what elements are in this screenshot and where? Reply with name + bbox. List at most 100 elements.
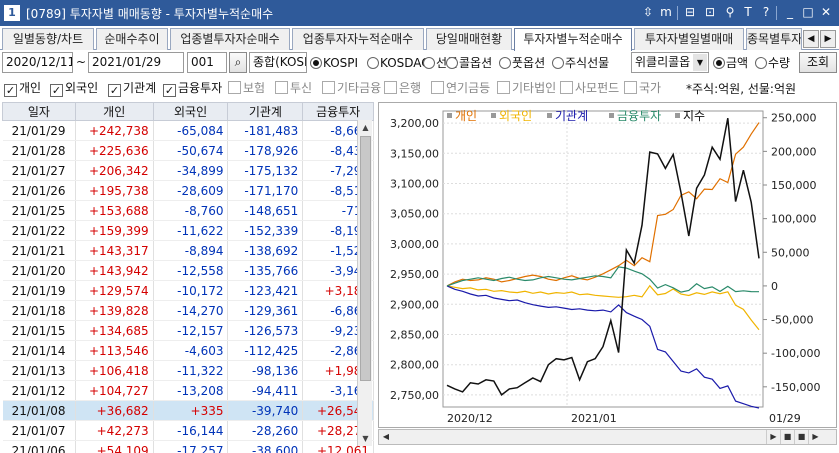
chart-scrollbar[interactable]: ◀ ▶ ■ ■ ▶ — [378, 429, 837, 445]
column-header[interactable]: 금융투자 — [302, 102, 374, 121]
maximize-icon[interactable]: □ — [800, 4, 816, 21]
check-icon[interactable]: ✓ — [4, 84, 17, 97]
table-row[interactable]: 21/01/06 +54,109 -17,257 -38,600 +12,061 — [2, 440, 374, 453]
column-header[interactable]: 외국인 — [152, 102, 229, 121]
tab-6[interactable]: 투자자별일별매매 — [634, 28, 744, 50]
table-row[interactable]: 21/01/20 +143,942 -12,558 -135,766 -3,946 — [2, 260, 374, 281]
column-header[interactable]: 기관계 — [227, 102, 304, 121]
tab-3[interactable]: 업종투자자누적순매수 — [292, 28, 424, 50]
market-radio-3[interactable]: 콜옵션 — [446, 53, 492, 73]
market-radio-4[interactable]: 풋옵션 — [499, 53, 545, 73]
radio-dot-icon[interactable] — [446, 57, 458, 69]
close-icon[interactable]: ✕ — [818, 4, 834, 21]
tab-4[interactable]: 당일매매현황 — [426, 28, 512, 50]
chart-zoom-out-icon[interactable]: ■ — [794, 430, 808, 444]
market-radio-0[interactable]: KOSPI — [310, 53, 358, 73]
check-icon[interactable]: ✓ — [50, 84, 63, 97]
radio-dot-icon[interactable] — [713, 57, 725, 69]
market-radio-1[interactable]: KOSDAQ — [367, 53, 431, 73]
investor-filter-checkbox[interactable]: 기타금융 — [322, 79, 381, 97]
checkbox-empty-icon[interactable] — [497, 81, 510, 94]
investor-filter-checkbox[interactable]: 사모펀드 — [560, 79, 619, 97]
radio-dot-icon[interactable] — [423, 57, 435, 69]
table-row[interactable]: 21/01/08 +36,682 +335 -39,740 +26,540 — [2, 400, 374, 421]
radio-dot-icon[interactable] — [310, 57, 322, 69]
table-row[interactable]: 21/01/28 +225,636 -50,674 -178,926 -8,436 — [2, 140, 374, 161]
table-row[interactable]: 21/01/15 +134,685 -12,157 -126,573 -9,236 — [2, 320, 374, 341]
radio-dot-icon[interactable] — [755, 57, 767, 69]
minimize-icon[interactable]: _ — [782, 4, 798, 21]
index-code-input[interactable]: 001 — [187, 52, 227, 73]
tab-7[interactable]: 종목별투자 — [746, 28, 802, 50]
table-row[interactable]: 21/01/19 +129,574 -10,172 -123,421 +3,187 — [2, 280, 374, 301]
tab-0[interactable]: 일별동향/차트 — [2, 28, 94, 50]
market-radio-5[interactable]: 주식선물 — [552, 53, 609, 73]
investor-filter-checkbox[interactable]: 은행 — [384, 79, 421, 97]
checkbox-empty-icon[interactable] — [624, 81, 637, 94]
value-mode-radio-1[interactable]: 수량 — [755, 53, 790, 73]
column-header[interactable]: 일자 — [2, 102, 76, 121]
font-size-icon[interactable]: T — [740, 4, 756, 21]
search-icon[interactable]: ⌕ — [229, 52, 247, 73]
help-icon[interactable]: ? — [758, 4, 774, 21]
table-row[interactable]: 21/01/13 +106,418 -11,322 -98,136 +1,980 — [2, 360, 374, 381]
checkbox-empty-icon[interactable] — [228, 81, 241, 94]
table-row[interactable]: 21/01/26 +195,738 -28,609 -171,170 -8,518 — [2, 180, 374, 201]
pin-icon[interactable]: ⚲ — [722, 4, 738, 21]
dock-icon[interactable]: ⇳ — [640, 4, 656, 21]
investor-filter-checkbox[interactable]: 연기금등 — [431, 79, 490, 97]
investor-filter-checkbox[interactable]: 투신 — [275, 79, 312, 97]
table-row[interactable]: 21/01/21 +143,317 -8,894 -138,692 -1,521 — [2, 240, 374, 261]
table-row[interactable]: 21/01/29 +242,738 -65,084 -181,483 -8,661 — [2, 120, 374, 141]
query-button[interactable]: 조회 — [799, 52, 837, 73]
table-row[interactable]: 21/01/07 +42,273 -16,144 -28,260 +28,272 — [2, 420, 374, 441]
tab-1[interactable]: 순매수추이 — [96, 28, 168, 50]
table-row[interactable]: 21/01/12 +104,727 -13,208 -94,411 -3,161 — [2, 380, 374, 401]
chart-scroll-left-icon[interactable]: ◀ — [379, 430, 393, 444]
scroll-down-icon[interactable]: ▼ — [358, 431, 373, 446]
investor-filter-checkbox[interactable]: 보험 — [228, 79, 265, 97]
checkbox-empty-icon[interactable] — [431, 81, 444, 94]
chart-zoom-in-icon[interactable]: ■ — [780, 430, 794, 444]
investor-filter-checkbox[interactable]: 국가 — [624, 79, 661, 97]
value-cell: +143,942 — [75, 260, 154, 281]
radio-dot-icon[interactable] — [367, 57, 379, 69]
column-header[interactable]: 개인 — [74, 102, 154, 121]
investor-filter-checkbox[interactable]: ✓ 금융투자 — [163, 79, 222, 97]
value-mode-radio-0[interactable]: 금액 — [713, 53, 748, 73]
checkbox-empty-icon[interactable] — [384, 81, 397, 94]
memo-icon[interactable]: m — [658, 4, 674, 21]
chart-scroll-right-icon[interactable]: ▶ — [766, 430, 780, 444]
investor-filter-checkbox[interactable]: ✓ 개인 — [4, 79, 41, 97]
table-row[interactable]: 21/01/25 +153,688 -8,760 -148,651 -715 — [2, 200, 374, 221]
table-row[interactable]: 21/01/22 +159,399 -11,622 -152,339 -8,195 — [2, 220, 374, 241]
scroll-up-icon[interactable]: ▲ — [358, 120, 373, 135]
end-date-input[interactable]: 2021/01/29 — [88, 52, 184, 73]
checkbox-empty-icon[interactable] — [322, 81, 335, 94]
layout-icon[interactable]: ⊟ — [682, 4, 698, 21]
link-icon[interactable]: ⊡ — [702, 4, 718, 21]
start-date-input[interactable]: 2020/12/11 — [2, 52, 73, 73]
tab-scroll-left-icon[interactable]: ◀ — [803, 30, 819, 48]
chevron-down-icon[interactable]: ▼ — [693, 54, 707, 71]
table-row[interactable]: 21/01/27 +206,342 -34,899 -175,132 -7,297 — [2, 160, 374, 181]
check-icon[interactable]: ✓ — [163, 84, 176, 97]
table-row[interactable]: 21/01/18 +139,828 -14,270 -129,361 -6,869 — [2, 300, 374, 321]
check-icon[interactable]: ✓ — [108, 84, 121, 97]
tab-scroll-right-icon[interactable]: ▶ — [820, 30, 836, 48]
checkbox-empty-icon[interactable] — [560, 81, 573, 94]
radio-dot-icon[interactable] — [552, 57, 564, 69]
table-row[interactable]: 21/01/14 +113,546 -4,603 -112,425 -2,867 — [2, 340, 374, 361]
weekly-option-select[interactable]: 위클리콜옵 ▼ — [631, 52, 709, 73]
tab-5[interactable]: 투자자별누적순매수 — [514, 28, 632, 51]
scrollbar-thumb[interactable] — [360, 136, 371, 381]
investor-filter-checkbox[interactable]: ✓ 외국인 — [50, 79, 98, 97]
table-scrollbar[interactable]: ▲ ▼ — [357, 120, 372, 446]
radio-dot-icon[interactable] — [499, 57, 511, 69]
chart-play-icon[interactable]: ▶ — [808, 430, 822, 444]
window-number-badge[interactable]: 1 — [4, 5, 20, 21]
tab-2[interactable]: 업종별투자자순매수 — [170, 28, 290, 50]
investor-filter-checkbox[interactable]: 기타법인 — [497, 79, 556, 97]
checkbox-empty-icon[interactable] — [275, 81, 288, 94]
investor-filter-checkbox[interactable]: ✓ 기관계 — [108, 79, 156, 97]
